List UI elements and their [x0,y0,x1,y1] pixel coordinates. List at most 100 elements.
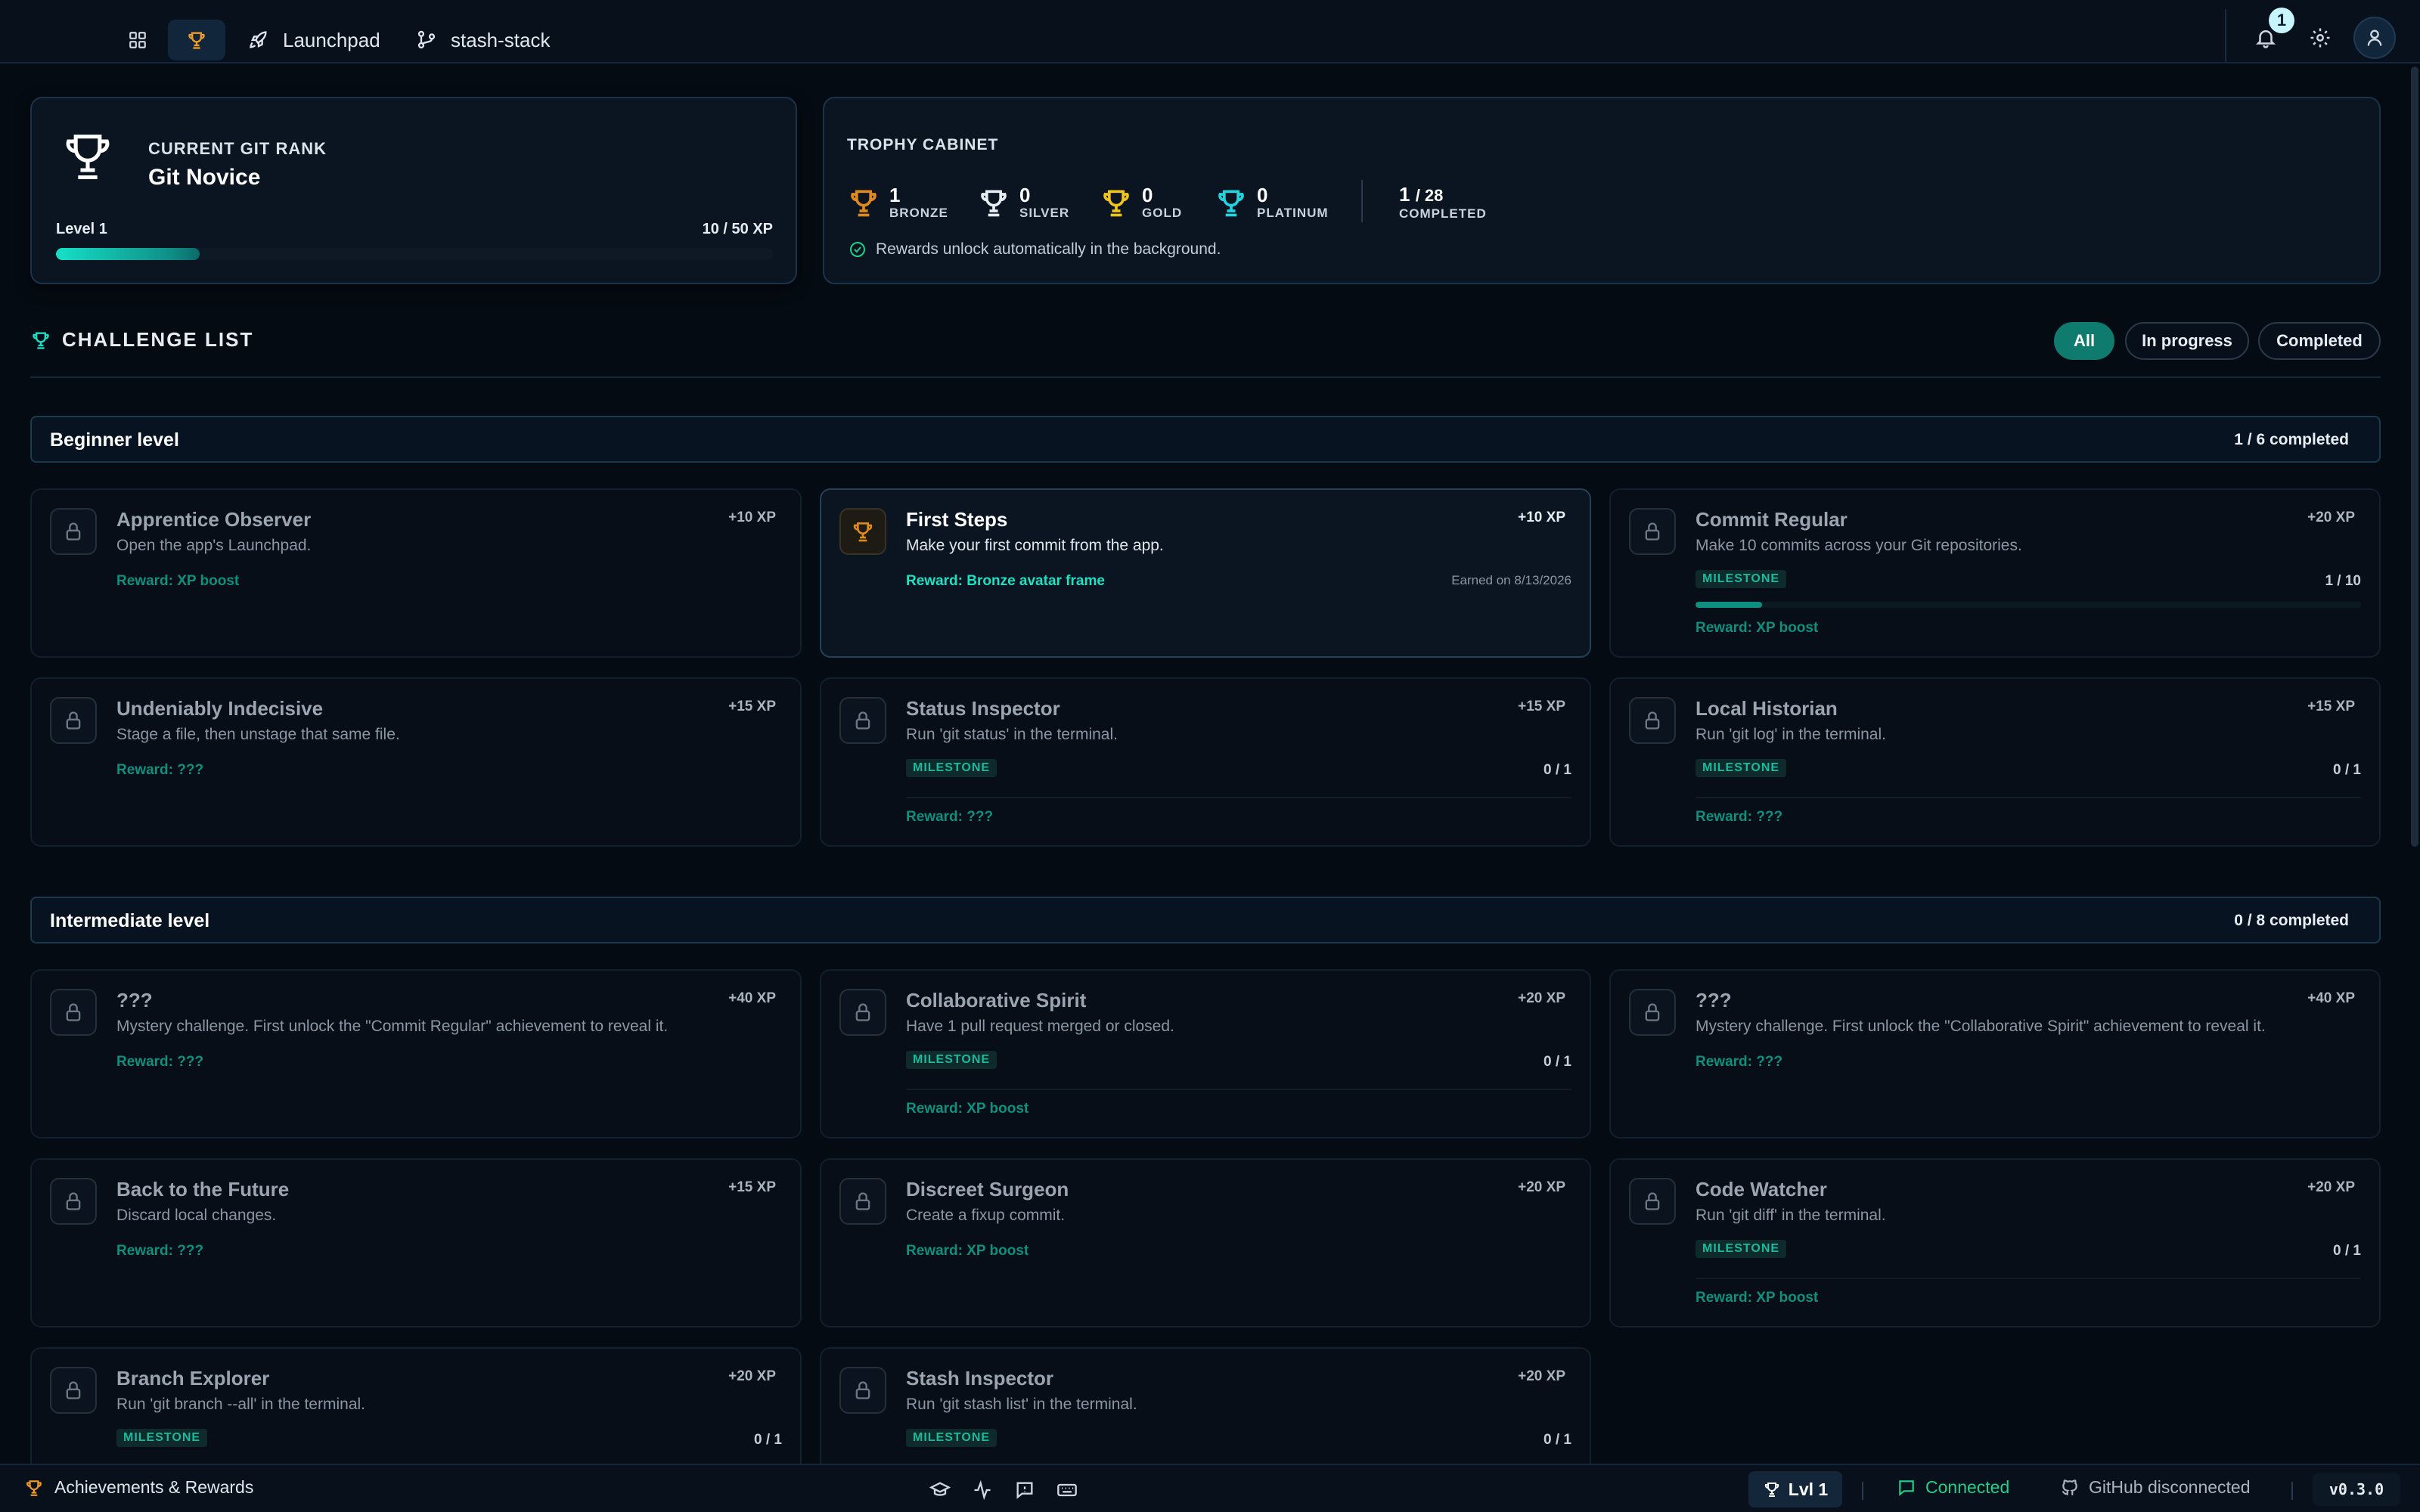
achievement-title: First Steps [906,508,1008,531]
lock-icon [839,989,886,1036]
top-navigation-bar: Launchpad stash-stack 1 [0,0,2420,64]
github-status[interactable]: GitHub disconnected [2060,1477,2251,1498]
filter-completed-button[interactable]: Completed [2258,322,2381,360]
achievement-reward: Reward: XP boost [906,1243,1029,1259]
milestone-badge: MILESTONE [1696,1240,1787,1258]
status-separator [2291,1482,2293,1500]
achievement-earned-date: Earned on 8/13/2026 [1451,573,1571,587]
achievement-reward: Reward: ??? [906,809,994,825]
activity-icon[interactable] [970,1477,995,1503]
achievement-xp: +20 XP [1518,1179,1565,1195]
dashboard-grid-button[interactable] [109,20,166,60]
filter-in-progress-button[interactable]: In progress [2125,322,2249,360]
rank-caption: CURRENT GIT RANK [148,139,327,158]
level-indicator[interactable]: Lvl 1 [1748,1471,1842,1507]
level-name: Beginner level [50,429,179,451]
achievement-description: Have 1 pull request merged or closed. [906,1018,1174,1035]
github-status-label: GitHub disconnected [2089,1477,2251,1497]
platinum-trophy-count: 0 PLATINUM [1215,180,1329,225]
milestone-badge: MILESTONE [906,759,997,777]
launchpad-link[interactable]: Launchpad [248,23,380,57]
scrollbar-thumb[interactable] [2411,67,2418,847]
achievements-tab-button[interactable] [168,20,225,60]
achievement-xp: +15 XP [1518,699,1565,714]
achievement-description: Make your first commit from the app. [906,537,1164,554]
achievement-card-status-inspector[interactable]: Status Inspector Run 'git status' in the… [820,677,1591,847]
current-rank-card: CURRENT GIT RANK Git Novice Level 1 10 /… [30,97,797,284]
gold-trophy-count: 0 GOLD [1100,180,1182,225]
bronze-count: 1 [889,184,901,206]
beginner-level-banner[interactable]: Beginner level 1 / 6 completed [30,416,2381,463]
filter-all-button[interactable]: All [2054,322,2114,360]
achievement-card-undeniably-indecisive[interactable]: Undeniably Indecisive Stage a file, then… [30,677,802,847]
status-separator [1862,1482,1863,1500]
level-indicator-label: Lvl 1 [1788,1479,1829,1499]
lock-icon [839,1178,886,1225]
rank-xp: 10 / 50 XP [702,221,773,237]
achievement-progress-bar [1696,602,2361,608]
achievement-progress-text: 0 / 1 [2333,762,2361,778]
achievement-reward: Reward: ??? [1696,1054,1783,1070]
achievement-description: Mystery challenge. First unlock the "Com… [116,1018,669,1035]
achievement-card-collaborative-spirit[interactable]: Collaborative Spirit Have 1 pull request… [820,969,1591,1139]
achievement-card-discreet-surgeon[interactable]: Discreet Surgeon Create a fixup commit. … [820,1158,1591,1328]
rocket-icon [250,31,267,48]
achievement-progress-text: 0 / 1 [2333,1243,2361,1259]
rank-level: Level 1 [56,221,107,237]
achievement-xp: +20 XP [728,1368,776,1384]
connection-status[interactable]: Connected [1897,1477,2009,1498]
silver-count: 0 [1019,184,1031,206]
achievement-card-back-to-the-future[interactable]: Back to the Future Discard local changes… [30,1158,802,1328]
achievement-card-mystery-1[interactable]: ??? Mystery challenge. First unlock the … [30,969,802,1139]
achievement-description: Make 10 commits across your Git reposito… [1696,537,2022,554]
silver-trophy-count: 0 SILVER [977,180,1069,225]
challenge-list-header: CHALLENGE LIST [30,328,253,352]
settings-button[interactable] [2299,17,2341,59]
completed-total: 1 / 28 [1399,184,1487,206]
git-branch-icon [417,30,436,49]
lock-icon [50,989,97,1036]
lock-icon [50,697,97,744]
achievement-xp: +15 XP [728,1179,776,1195]
achievement-description: Create a fixup commit. [906,1207,1066,1224]
achievement-xp: +40 XP [2307,990,2355,1006]
achievement-title: Stash Inspector [906,1367,1054,1390]
gold-count: 0 [1142,184,1153,206]
lock-icon [1629,697,1676,744]
achievement-xp: +20 XP [1518,1368,1565,1384]
rank-title: Git Novice [148,165,261,190]
intermediate-level-banner[interactable]: Intermediate level 0 / 8 completed [30,897,2381,943]
completed-count: 1 / 28 COMPLETED [1399,180,1487,225]
achievement-title: Apprentice Observer [116,508,312,531]
achievement-progress-text: 0 / 1 [1544,762,1571,778]
achievement-card-first-steps[interactable]: First Steps Make your first commit from … [820,488,1591,658]
achievement-title: Branch Explorer [116,1367,270,1390]
keyboard-icon[interactable] [1054,1477,1080,1503]
trophy-icon [33,332,49,349]
achievement-card-mystery-2[interactable]: ??? Mystery challenge. First unlock the … [1609,969,2381,1139]
rank-progress-bar [56,248,773,260]
achievement-xp: +20 XP [2307,1179,2355,1195]
trophy-divider [1361,180,1363,222]
achievement-title: Local Historian [1696,697,1838,720]
feedback-icon[interactable] [1012,1477,1038,1503]
achievement-xp: +15 XP [2307,699,2355,714]
achievement-card-commit-regular[interactable]: Commit Regular Make 10 commits across yo… [1609,488,2381,658]
profile-button[interactable] [2353,17,2396,59]
achievement-card-apprentice-observer[interactable]: Apprentice Observer Open the app's Launc… [30,488,802,658]
lock-icon [1629,1178,1676,1225]
level-name: Intermediate level [50,910,210,931]
achievement-card-local-historian[interactable]: Local Historian Run 'git log' in the ter… [1609,677,2381,847]
repository-link[interactable]: stash-stack [416,23,551,57]
level-completed-count: 1 / 6 completed [2234,431,2349,448]
achievement-title: Back to the Future [116,1178,290,1201]
notification-count-badge: 1 [2269,8,2294,33]
lock-icon [50,1367,97,1414]
achievement-card-code-watcher[interactable]: Code Watcher Run 'git diff' in the termi… [1609,1158,2381,1328]
milestone-badge: MILESTONE [906,1429,997,1447]
graduation-cap-icon[interactable] [927,1477,953,1503]
bronze-trophy-icon [839,508,886,555]
achievement-title: ??? [1696,989,1732,1012]
rewards-note: Rewards unlock automatically in the back… [849,240,1221,259]
achievement-description: Open the app's Launchpad. [116,537,312,554]
